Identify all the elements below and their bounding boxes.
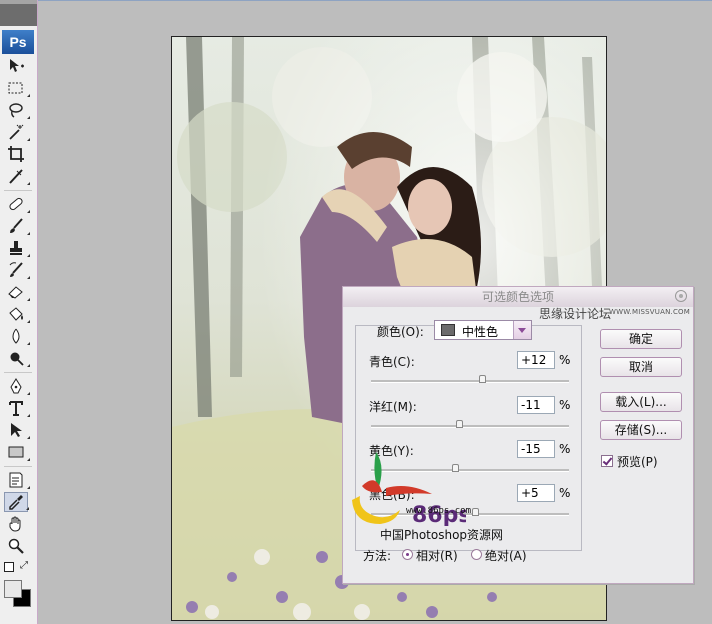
photoshop-logo[interactable]: Ps (2, 30, 34, 54)
brush-icon (10, 218, 23, 233)
magenta-slider[interactable] (371, 420, 569, 428)
magic-wand-icon (9, 124, 24, 140)
lasso-icon (9, 103, 23, 118)
eyedropper-tool[interactable] (4, 492, 29, 512)
crop-tool[interactable] (4, 144, 28, 164)
zoom-tool[interactable] (4, 536, 28, 556)
healing-brush-icon (9, 197, 23, 211)
preview-checkbox[interactable] (601, 455, 613, 467)
magic-wand-tool[interactable] (4, 122, 30, 142)
swap-colors-icon[interactable]: ⤢ (20, 560, 28, 571)
method-label: 方法: (363, 549, 392, 563)
logo-site-name: 中国Photoshop资源网 (380, 528, 504, 542)
colors-select[interactable]: 中性色 (434, 320, 532, 340)
healing-brush-tool[interactable] (4, 194, 30, 214)
close-icon[interactable] (675, 290, 687, 302)
ok-button[interactable]: 确定 (600, 329, 682, 349)
type-icon (9, 401, 23, 416)
magenta-percent: % (559, 398, 571, 412)
foreground-color-swatch[interactable] (4, 580, 22, 598)
dialog-title[interactable]: 可选颜色选项 (343, 287, 693, 307)
watermark-text: 思缘设计论坛 (539, 307, 612, 321)
hand-tool[interactable] (4, 514, 28, 534)
magenta-label: 洋红(M): (369, 400, 417, 414)
relative-radio[interactable] (402, 549, 413, 560)
blur-icon (12, 328, 20, 344)
watermark-url: WWW.MISSVUAN.COM (609, 308, 690, 316)
colors-label: 颜色(O): (377, 325, 424, 339)
colors-select-value: 中性色 (462, 325, 499, 339)
yellow-percent: % (559, 442, 571, 456)
cyan-value-input[interactable]: +12 (517, 351, 555, 369)
history-brush-icon (9, 262, 23, 277)
absolute-radio[interactable] (471, 549, 482, 560)
rectangle-icon (8, 446, 24, 458)
zoom-icon (8, 538, 24, 554)
notes-tool[interactable] (4, 470, 30, 490)
cyan-percent: % (559, 353, 571, 367)
load-button[interactable]: 载入(L)... (600, 392, 682, 412)
history-brush-tool[interactable] (4, 260, 30, 280)
paint-bucket-tool[interactable] (4, 304, 30, 324)
marquee-tool[interactable] (4, 78, 30, 98)
path-selection-tool[interactable] (4, 420, 30, 440)
neutral-swatch-icon (441, 324, 455, 336)
eyedropper-icon (9, 495, 23, 510)
save-button[interactable]: 存储(S)... (600, 420, 682, 440)
pen-tool[interactable] (4, 376, 30, 396)
slice-icon (9, 169, 23, 184)
path-selection-icon (11, 423, 22, 437)
site-logo: 86ps www.86ps.com 中国Photoshop资源网 (346, 452, 556, 542)
cyan-slider-thumb[interactable] (479, 375, 486, 383)
eraser-icon (8, 286, 23, 299)
options-bar-border (38, 0, 712, 1)
logo-url: www.86ps.com (406, 506, 472, 516)
tools-panel-grip[interactable] (0, 0, 37, 4)
dodge-icon (10, 352, 24, 366)
brush-tool[interactable] (4, 216, 30, 236)
move-tool[interactable] (4, 56, 28, 76)
marquee-icon (8, 82, 23, 94)
crop-icon (8, 146, 24, 162)
type-tool[interactable] (4, 398, 30, 418)
cyan-label: 青色(C): (369, 355, 415, 369)
rectangle-tool[interactable] (4, 442, 30, 462)
lasso-tool[interactable] (4, 100, 30, 120)
default-colors-icon[interactable] (4, 562, 14, 572)
clone-stamp-tool[interactable] (4, 238, 30, 258)
relative-radio-label[interactable]: 相对(R) (416, 547, 458, 564)
dodge-tool[interactable] (4, 348, 30, 368)
cancel-button[interactable]: 取消 (600, 357, 682, 377)
cyan-slider[interactable] (371, 375, 569, 383)
paint-bucket-icon (9, 307, 23, 321)
preview-label[interactable]: 预览(P) (617, 453, 658, 470)
pen-icon (10, 378, 22, 394)
clone-stamp-icon (10, 241, 22, 255)
blur-tool[interactable] (4, 326, 30, 346)
tools-panel: Ps ⤢ (0, 0, 38, 624)
slice-tool[interactable] (4, 166, 30, 186)
magenta-value-input[interactable]: -11 (517, 396, 555, 414)
magenta-slider-thumb[interactable] (456, 420, 463, 428)
hand-icon (9, 516, 21, 532)
eraser-tool[interactable] (4, 282, 30, 302)
chevron-down-icon[interactable] (513, 321, 531, 339)
move-icon (10, 59, 24, 72)
notes-icon (9, 472, 23, 488)
black-percent: % (559, 486, 571, 500)
absolute-radio-label[interactable]: 绝对(A) (485, 547, 527, 564)
